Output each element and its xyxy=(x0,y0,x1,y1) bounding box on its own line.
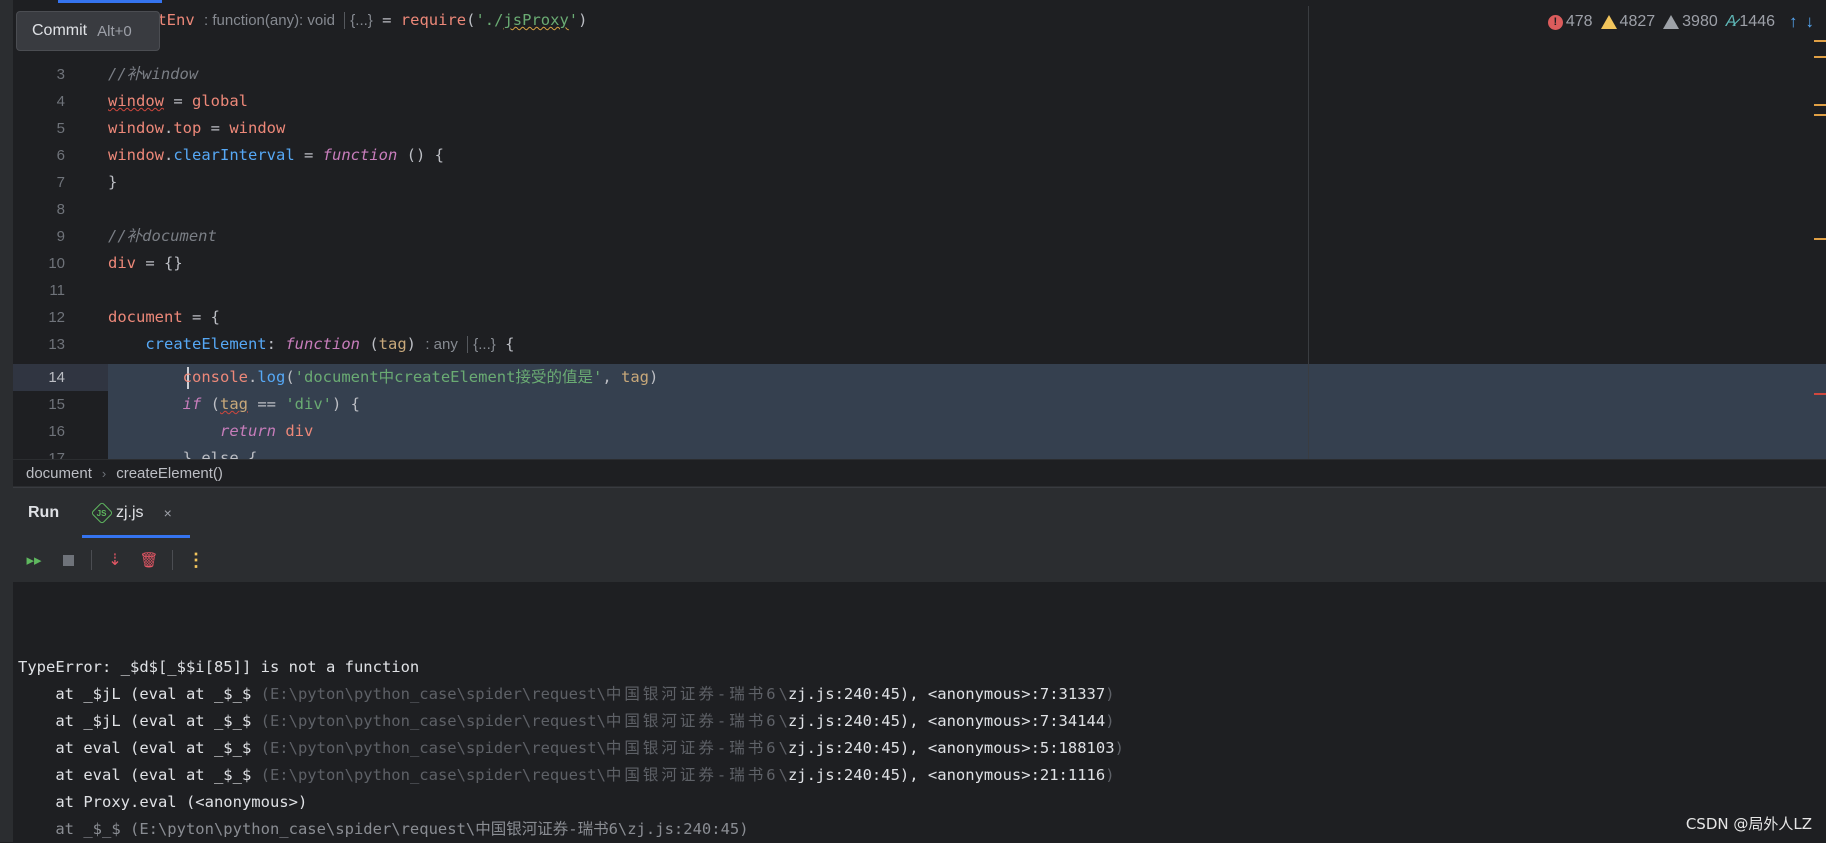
code-line-1: etEnv : function(any): void {...} = requ… xyxy=(148,11,588,29)
weak-warning-count[interactable]: 3980 xyxy=(1663,13,1718,31)
type-hint: : function(any): void xyxy=(204,12,335,29)
file-link[interactable]: (E:\pyton\python_case\spider\request\ xyxy=(261,685,606,703)
code-line-6: window.clearInterval = function () { xyxy=(108,146,444,164)
code-line-3: //补window xyxy=(108,65,199,83)
stop-icon xyxy=(62,554,74,566)
stack-frame: at _$jL (eval at _$_$ (E:\pyton\python_c… xyxy=(18,712,1115,730)
scroll-to-end-icon[interactable]: ⇣ xyxy=(102,547,128,573)
tooltip-label: Commit xyxy=(32,22,88,39)
file-link[interactable]: (E:\pyton\python_case\spider\request\ xyxy=(261,766,606,784)
file-link[interactable]: (E:\pyton\python_case\spider\request\ xyxy=(261,739,606,757)
scroll-mark-error[interactable] xyxy=(1814,393,1826,395)
code-area[interactable]: etEnv : function(any): void {...} = requ… xyxy=(13,0,1826,459)
code-line-13: createElement: function (tag) : any {...… xyxy=(145,335,515,353)
scroll-mark[interactable] xyxy=(1814,104,1826,106)
breadcrumb: document › createElement() xyxy=(13,459,1826,487)
code-line-15: if (tag == 'div') { xyxy=(182,395,360,413)
typo-icon: A̷ xyxy=(1725,13,1737,30)
rerun-icon[interactable]: ▸▸ xyxy=(21,547,47,573)
run-toolbar: ▸▸ ⇣ 🗑 ⋮ xyxy=(13,538,1826,582)
stop-button[interactable] xyxy=(55,547,81,573)
stack-frame: at eval (eval at _$_$ (E:\pyton\python_c… xyxy=(18,766,1115,784)
scroll-mark[interactable] xyxy=(1814,238,1826,240)
left-tool-strip xyxy=(0,0,13,842)
code-line-4: window = global xyxy=(108,92,248,110)
tab-label: zj.js xyxy=(116,504,144,521)
code-editor[interactable]: 3 4 5 6 7 8 9 10 11 12 13 14 15 16 17 et… xyxy=(13,0,1826,459)
commit-tooltip: Commit Alt+0 xyxy=(16,11,160,51)
stack-frame: at Proxy.eval (<anonymous>) xyxy=(18,793,308,811)
stack-frame: at _$jL (eval at _$_$ (E:\pyton\python_c… xyxy=(18,685,1115,703)
scroll-mark[interactable] xyxy=(1814,40,1826,42)
code-line-14: console.log('document中createElement接受的值是… xyxy=(182,368,659,386)
console-error-line: TypeError: _$d$[_$$i[85]] is not a funct… xyxy=(18,658,420,676)
file-link[interactable]: (E:\pyton\python_case\spider\request\ xyxy=(261,712,606,730)
code-line-16: return div xyxy=(219,422,314,440)
previous-problem-icon[interactable]: ↑ xyxy=(1789,12,1798,32)
weak-warning-icon xyxy=(1663,15,1680,29)
tooltip-shortcut: Alt+0 xyxy=(97,22,132,40)
fold-marker[interactable]: {...} xyxy=(344,12,373,29)
inspection-widget[interactable]: ! 478 4827 3980 A̷ 1446 ↑ ↓ xyxy=(1547,12,1815,32)
nodejs-icon: JS xyxy=(90,501,114,525)
breadcrumb-item-document[interactable]: document xyxy=(26,465,92,482)
code-line-12: document = { xyxy=(108,308,220,326)
stack-frame: at eval (eval at _$_$ (E:\pyton\python_c… xyxy=(18,739,1124,757)
code-line-7: } xyxy=(108,173,118,191)
code-line-5: window.top = window xyxy=(108,119,286,137)
tab-zj-js[interactable]: JS zj.js × xyxy=(82,488,190,538)
run-tool-window: Run JS zj.js × ▸▸ ⇣ 🗑 ⋮ TypeError: _$d$[… xyxy=(13,487,1826,843)
error-icon: ! xyxy=(1547,14,1563,30)
close-icon[interactable]: × xyxy=(164,505,172,521)
more-options-icon[interactable]: ⋮ xyxy=(183,547,209,573)
clear-all-icon[interactable]: 🗑 xyxy=(136,547,162,573)
chevron-right-icon: › xyxy=(101,465,107,481)
type-hint: : any xyxy=(425,336,458,353)
fold-marker[interactable]: {...} xyxy=(467,336,496,353)
scroll-mark[interactable] xyxy=(1814,114,1826,116)
watermark: CSDN @局外人LZ xyxy=(1685,815,1812,833)
code-line-17: } else { xyxy=(108,449,258,459)
warning-count[interactable]: 4827 xyxy=(1600,13,1655,31)
next-problem-icon[interactable]: ↓ xyxy=(1806,12,1815,32)
run-title: Run xyxy=(28,504,60,521)
toolbar-separator xyxy=(91,550,92,570)
typo-count[interactable]: A̷ 1446 xyxy=(1726,13,1775,31)
scroll-mark[interactable] xyxy=(1814,56,1826,58)
toolbar-separator xyxy=(172,550,173,570)
warning-icon xyxy=(1600,15,1617,29)
code-line-10: div = {} xyxy=(108,254,183,272)
error-count[interactable]: ! 478 xyxy=(1547,13,1593,31)
code-line-9: //补document xyxy=(108,227,217,245)
run-header: Run JS zj.js × xyxy=(13,488,1826,539)
console-output[interactable]: TypeError: _$d$[_$$i[85]] is not a funct… xyxy=(13,582,1826,843)
stack-frame-partial: at _$_$ (E:\pyton\python_case\spider\req… xyxy=(18,820,749,838)
breadcrumb-item-createelement[interactable]: createElement() xyxy=(116,465,223,482)
